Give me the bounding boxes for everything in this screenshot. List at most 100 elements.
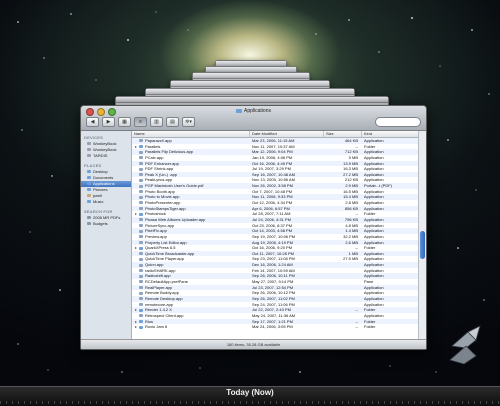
time-machine-arrows-icon[interactable]: [446, 320, 484, 366]
file-name: PGP Macintosh User's Guide.pdf: [145, 183, 204, 189]
timeline-bar[interactable]: Today (Now): [0, 386, 500, 406]
app-icon: [139, 224, 143, 228]
file-size-cell: --: [355, 324, 358, 330]
app-icon: [139, 173, 143, 177]
status-bar: 180 items, 35.28 GB available: [81, 339, 426, 349]
sidebar-section-header: SEARCH FOR: [84, 209, 113, 214]
app-icon: [139, 286, 143, 290]
app-icon: [139, 150, 143, 154]
file-list: Name Date Modified Size Kind Paparazzi!.…: [132, 131, 419, 340]
sidebar-item-label: WonkeyBook: [93, 147, 117, 152]
scrollbar-thumb[interactable]: [420, 231, 425, 260]
app-icon: [139, 178, 143, 182]
folder-icon: [139, 246, 143, 250]
window-titlebar[interactable]: Applications ◀ ▶ ▦ ≡ ▥ ▤ ✲▾: [81, 106, 426, 131]
file-name: PeakLyrics.app: [145, 177, 173, 183]
sidebar-item-label: Music: [93, 199, 104, 204]
list-view-button[interactable]: ≡: [134, 117, 147, 127]
finder-window[interactable]: Applications ◀ ▶ ▦ ≡ ▥ ▤ ✲▾ DEVICES Wonke…: [80, 105, 427, 350]
app-icon: [139, 162, 143, 165]
disk-icon: [87, 148, 91, 152]
back-button[interactable]: ◀: [86, 117, 99, 127]
file-name: radioSHARK.app: [145, 267, 176, 273]
app-icon: [139, 184, 143, 188]
file-name: Rios: [145, 318, 154, 324]
app-icon: [139, 269, 143, 273]
file-name: Photoshock: [145, 211, 166, 217]
file-name: Paparazzi!.app: [145, 138, 172, 143]
sidebar-item-label: Budgets: [93, 221, 108, 226]
sidebar-item-label: Applications: [93, 181, 115, 186]
disk-icon: [87, 142, 91, 146]
folder-icon: [139, 212, 143, 216]
app-icon: [139, 190, 143, 194]
app-icon: [139, 201, 143, 205]
file-name: Remote Buddy.app: [145, 290, 179, 296]
file-name: PhotoPresenter.app: [145, 200, 181, 206]
coverflow-view-button[interactable]: ▤: [166, 117, 179, 127]
folder-icon: [139, 145, 143, 149]
app-icon: [139, 314, 143, 318]
disk-icon: [87, 154, 91, 158]
file-name: Photo to Movie.app: [145, 194, 180, 200]
folder-icon: [87, 170, 91, 174]
app-icon: [139, 252, 143, 256]
file-name: Roxio Jam 6: [145, 324, 168, 330]
folder-icon: [87, 176, 91, 180]
file-name: Parallels: [145, 143, 161, 149]
file-name: Peak X (Un-) .app: [145, 171, 178, 177]
vertical-scrollbar[interactable]: [418, 131, 426, 340]
app-icon: [139, 207, 143, 211]
app-icon: [139, 263, 143, 267]
sidebar-item[interactable]: TARDIS: [81, 153, 131, 159]
sidebar-item[interactable]: Music: [81, 199, 131, 205]
finder-sidebar: DEVICES WonkeyBook WonkeyBook TARDIS PLACES D…: [81, 131, 132, 340]
search-icon: [87, 222, 91, 226]
file-name: remotecore.app: [145, 301, 174, 307]
folder-icon: [139, 319, 143, 323]
file-name: QuarkXPress 6.5: [145, 245, 176, 251]
file-name: Retrospect Client.app: [145, 312, 184, 318]
file-name: Picasa Web Albums Uploader.app: [145, 216, 206, 222]
folder-icon: [236, 108, 243, 113]
file-name: RCDefaultApp.prefPane: [145, 279, 188, 285]
sidebar-item[interactable]: Budgets: [81, 221, 131, 227]
forward-button[interactable]: ▶: [102, 117, 115, 127]
sidebar-item-label: Desktop: [93, 169, 108, 174]
file-row[interactable]: ▸ Roxio Jam 6 Mar 24, 2006, 3:05 PM -- Folde…: [132, 324, 419, 330]
app-icon: [139, 156, 143, 160]
column-view-button[interactable]: ▥: [150, 117, 163, 127]
app-icon: [139, 303, 143, 307]
folder-icon: [87, 200, 91, 204]
window-title: Applications: [81, 108, 426, 114]
app-icon: [139, 218, 143, 222]
timeline-label: Today (Now): [226, 388, 274, 397]
app-icon: [139, 229, 143, 233]
action-menu-button[interactable]: ✲▾: [182, 117, 195, 127]
sidebar-item-label: 2008 MR PDFs: [93, 215, 121, 220]
search-input[interactable]: [375, 117, 421, 127]
column-header-kind[interactable]: Kind: [362, 131, 419, 137]
file-name: PictureSync.app: [145, 222, 175, 228]
file-name: QuickTime Broadcaster.app: [145, 250, 195, 256]
file-name: Remote Desktop.app: [145, 295, 183, 301]
folder-icon: [87, 182, 91, 186]
file-name: PhotoStampsTiger.app: [145, 205, 186, 211]
file-name: PixelFix.app: [145, 228, 167, 234]
file-date-cell: Mar 24, 2006, 3:05 PM: [252, 324, 293, 330]
home-icon: [87, 194, 91, 198]
column-header-name[interactable]: Name: [132, 131, 250, 137]
app-icon: [139, 274, 143, 278]
app-icon: [139, 195, 143, 199]
folder-icon: [139, 325, 143, 329]
file-name: Parallels Flip Delicious.app: [145, 149, 194, 155]
timeline-ticks: [0, 401, 500, 404]
column-header-date[interactable]: Date Modified: [250, 131, 324, 137]
sidebar-section-header: PLACES: [84, 163, 102, 168]
column-header-size[interactable]: Size: [324, 131, 362, 137]
app-icon: [139, 257, 143, 261]
search-icon: [87, 216, 91, 220]
app-icon: [139, 297, 143, 301]
icon-view-button[interactable]: ▦: [118, 117, 131, 127]
sidebar-item-label: WonkeyBook: [93, 141, 117, 146]
